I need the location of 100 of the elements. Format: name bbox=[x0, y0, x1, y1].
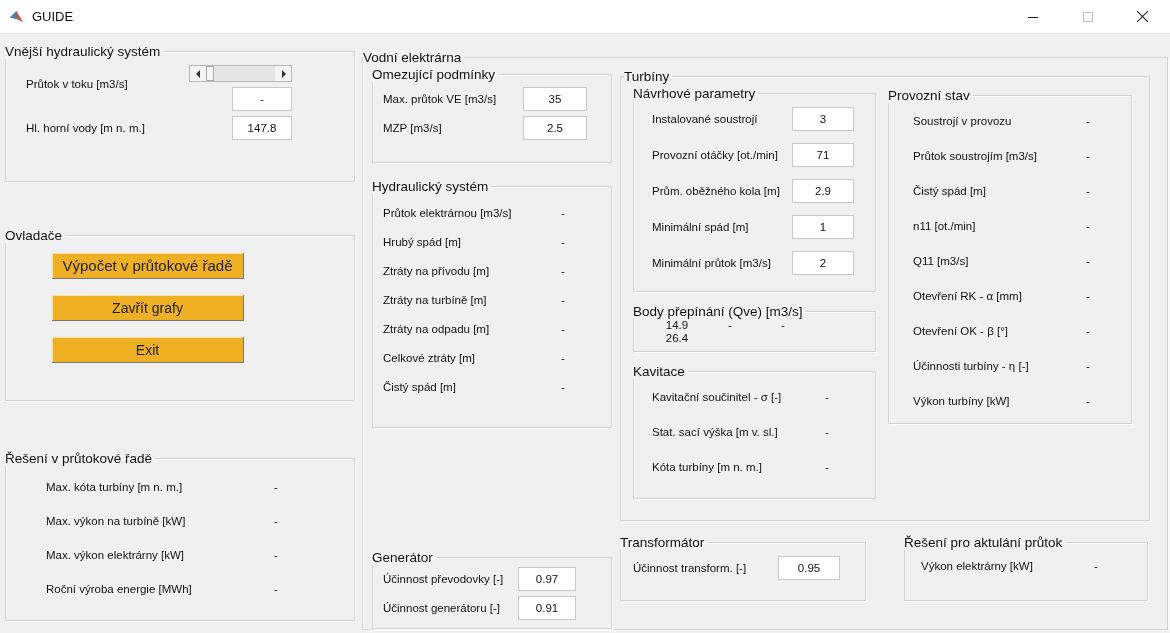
field-label: Max. průtok VE [m3/s] bbox=[383, 92, 498, 105]
panel-title: Provozní stav bbox=[888, 88, 971, 103]
field-label: Účinnosti turbíny - η [-] bbox=[913, 359, 1030, 372]
field-label: Čistý spád [m] bbox=[383, 380, 457, 393]
value-field[interactable]: 0.97 bbox=[518, 567, 576, 592]
slider-thumb[interactable] bbox=[206, 66, 214, 81]
value-text: - bbox=[1085, 289, 1091, 302]
field-label: Hrubý spád [m] bbox=[383, 235, 462, 248]
panel-title: Návrhové parametry bbox=[633, 86, 757, 101]
field-label: Ztráty na turbíně [m] bbox=[383, 293, 488, 306]
switch-value: - bbox=[727, 319, 733, 332]
value-field[interactable]: 0.95 bbox=[778, 556, 840, 580]
panel-title: Hydraulický systém bbox=[372, 179, 490, 195]
close-icon[interactable] bbox=[1136, 10, 1149, 23]
value-field[interactable]: 3 bbox=[792, 107, 854, 131]
field-label: Max. kóta turbíny [m n. m.] bbox=[46, 481, 184, 493]
field-label: Stat. sací výška [m v. sl.] bbox=[652, 425, 779, 438]
value-field[interactable]: 2.5 bbox=[523, 115, 587, 140]
value-text: - bbox=[560, 322, 566, 335]
field-label: Provozní otáčky [ot./min] bbox=[652, 149, 779, 161]
field-label: Průtok elektrárnou [m3/s] bbox=[383, 206, 513, 219]
value-field[interactable]: - bbox=[232, 87, 292, 111]
field-label: Kavitační součinitel - σ [-] bbox=[652, 390, 783, 403]
value-text: - bbox=[1085, 324, 1091, 337]
panel-title: Ovladače bbox=[5, 228, 64, 243]
value-field[interactable]: 71 bbox=[792, 143, 854, 167]
field-label: Účinnost generátoru [-] bbox=[383, 602, 501, 615]
panel-title: Generátor bbox=[372, 549, 434, 565]
panel-title: Body přepínání (Qve) [m3/s] bbox=[633, 304, 804, 319]
field-label: Průtok v toku [m3/s] bbox=[25, 78, 129, 90]
field-label: Průtok soustrojím [m3/s] bbox=[913, 149, 1038, 162]
switch-value: - bbox=[780, 319, 786, 332]
field-label: n11 [ot./min] bbox=[913, 219, 977, 232]
app-icon bbox=[9, 9, 24, 24]
action-button[interactable]: Zavřít grafy bbox=[52, 295, 244, 321]
value-text: - bbox=[560, 351, 566, 364]
field-label: Roční výroba energie [MWh] bbox=[46, 583, 193, 595]
field-label: Otevření OK - β [°] bbox=[913, 324, 1009, 337]
window-title: GUIDE bbox=[32, 9, 74, 24]
value-field[interactable]: 2.9 bbox=[792, 179, 854, 203]
switch-value: 14.9 bbox=[664, 319, 690, 332]
field-label: Výkon turbíny [kW] bbox=[913, 394, 1011, 407]
right-arrow-icon[interactable] bbox=[280, 69, 286, 78]
value-text: - bbox=[1085, 394, 1091, 407]
field-label: Soustrojí v provozu bbox=[913, 114, 1013, 127]
flow-slider[interactable] bbox=[189, 65, 292, 82]
field-label: Minimální spád [m] bbox=[652, 221, 750, 233]
value-text: - bbox=[273, 549, 279, 561]
value-field[interactable]: 1 bbox=[792, 215, 854, 239]
value-text: - bbox=[824, 390, 830, 403]
value-text: - bbox=[560, 264, 566, 277]
value-text: - bbox=[824, 425, 830, 438]
value-text: - bbox=[273, 515, 279, 527]
field-label: Instalované soustrojí bbox=[652, 113, 759, 125]
left-arrow-icon[interactable] bbox=[195, 69, 201, 78]
value-field[interactable]: 147.8 bbox=[232, 116, 292, 140]
value-text: - bbox=[1085, 359, 1091, 372]
action-button[interactable]: Výpočet v průtokové řadě bbox=[52, 253, 244, 279]
value-text: - bbox=[273, 481, 279, 493]
field-label: Q11 [m3/s] bbox=[913, 254, 970, 267]
value-field[interactable]: 2 bbox=[792, 251, 854, 275]
value-field[interactable]: 0.91 bbox=[518, 596, 576, 621]
panel-title: Vodní elektrárna bbox=[363, 50, 463, 65]
value-text: - bbox=[1085, 184, 1091, 197]
value-text: - bbox=[1085, 114, 1091, 127]
field-label: Účinnost transform. [-] bbox=[633, 562, 748, 574]
value-text: - bbox=[560, 235, 566, 248]
panel-title: Transformátor bbox=[620, 535, 706, 550]
value-field[interactable]: 35 bbox=[523, 86, 587, 111]
panel-title: Omezující podmínky bbox=[372, 67, 497, 82]
value-text: - bbox=[560, 293, 566, 306]
maximize-icon[interactable] bbox=[1081, 10, 1094, 23]
panel-title: Vnější hydraulický systém bbox=[5, 44, 162, 59]
field-label: MZP [m3/s] bbox=[383, 121, 443, 134]
field-label: Ztráty na odpadu [m] bbox=[383, 322, 491, 335]
panel-title: Řešení pro aktulání průtok bbox=[904, 535, 1064, 550]
value-text: - bbox=[1093, 560, 1099, 572]
value-text: - bbox=[824, 460, 830, 473]
value-text: - bbox=[1085, 219, 1091, 232]
value-text: - bbox=[1085, 254, 1091, 267]
field-label: Čistý spád [m] bbox=[913, 184, 987, 197]
value-text: - bbox=[273, 583, 279, 595]
field-label: Hl. horní vody [m n. m.] bbox=[25, 122, 146, 134]
field-label: Minimální průtok [m3/s] bbox=[652, 257, 772, 269]
field-label: Max. výkon elektrárny [kW] bbox=[46, 549, 186, 561]
panel-title: Turbíny bbox=[624, 69, 671, 84]
action-button[interactable]: Exit bbox=[52, 337, 244, 363]
panel-title: Řešení v průtokové řadě bbox=[5, 451, 154, 466]
field-label: Kóta turbíny [m n. m.] bbox=[652, 460, 763, 473]
field-label: Celkové ztráty [m] bbox=[383, 351, 477, 364]
field-label: Otevření RK - α [mm] bbox=[913, 289, 1023, 302]
field-label: Prům. oběžného kola [m] bbox=[652, 185, 781, 197]
value-text: - bbox=[560, 206, 566, 219]
value-text: - bbox=[1085, 149, 1091, 162]
panel-title: Kavitace bbox=[633, 364, 686, 379]
switch-value: 26.4 bbox=[664, 332, 690, 345]
field-label: Ztráty na přívodu [m] bbox=[383, 264, 491, 277]
field-label: Výkon elektrárny [kW] bbox=[921, 560, 1034, 572]
value-text: - bbox=[560, 380, 566, 393]
field-label: Max. výkon na turbíně [kW] bbox=[46, 515, 187, 527]
